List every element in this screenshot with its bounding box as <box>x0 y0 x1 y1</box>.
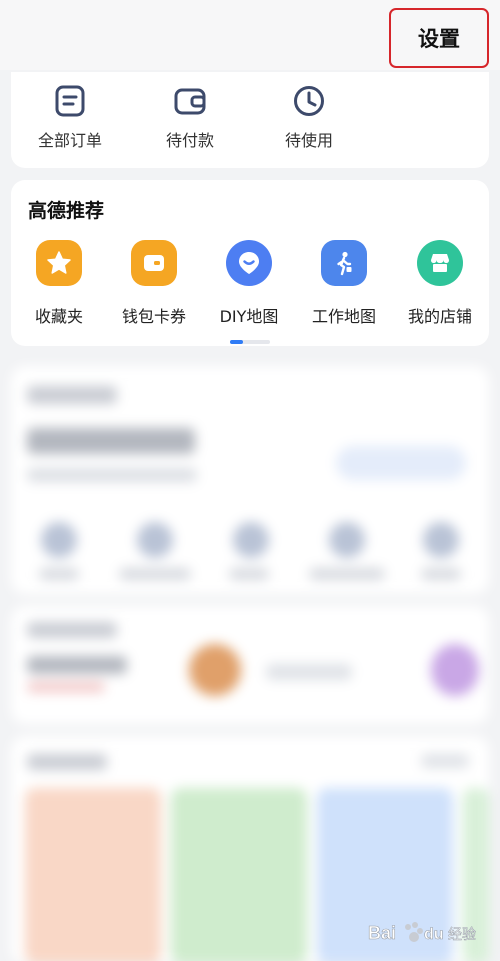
carousel-pager <box>230 340 270 344</box>
rec-item-wallet-cards[interactable]: 钱包卡券 <box>106 240 202 327</box>
svg-text:du: du <box>424 926 444 943</box>
wallet-card-icon <box>131 240 177 286</box>
store-icon <box>417 240 463 286</box>
orders-card: 全部订单 待付款 待使用 <box>11 72 489 168</box>
settings-button[interactable]: 设置 <box>389 8 489 68</box>
order-all-label: 全部订单 <box>37 131 102 150</box>
star-icon <box>36 240 82 286</box>
blurred-card-2 <box>11 606 489 724</box>
rec-item-label: DIY地图 <box>219 307 279 326</box>
order-unpaid[interactable]: 待付款 <box>145 84 235 151</box>
order-list-icon <box>55 85 85 117</box>
order-unpaid-label: 待付款 <box>165 131 214 150</box>
recommend-card: 高德推荐 收藏夹 钱包卡券 DIY地图 工作地图 我的店铺 <box>11 180 489 346</box>
svg-text:Bai: Bai <box>368 923 396 943</box>
rec-item-label: 我的店铺 <box>407 307 472 326</box>
rec-item-diy-map[interactable]: DIY地图 <box>201 240 297 327</box>
order-to-use[interactable]: 待使用 <box>264 84 354 151</box>
recommend-title: 高德推荐 <box>28 200 105 222</box>
rec-item-label: 工作地图 <box>311 307 376 326</box>
baidu-jingyan-watermark-logo: Bai du 经验 <box>368 922 476 943</box>
rec-item-label: 钱包卡券 <box>121 307 186 326</box>
diy-map-icon <box>226 240 272 286</box>
rec-item-work-map[interactable]: 工作地图 <box>296 240 392 327</box>
rec-item-label: 收藏夹 <box>34 307 83 326</box>
carousel-pager-active <box>230 340 243 344</box>
top-bar: 设置 <box>0 0 500 70</box>
svg-text:经验: 经验 <box>448 927 476 943</box>
blurred-card-1 <box>11 366 489 594</box>
rec-item-favorites[interactable]: 收藏夹 <box>11 240 107 327</box>
clock-icon <box>294 86 324 116</box>
walking-person-icon <box>321 240 367 286</box>
blurred-content <box>0 358 500 961</box>
wallet-icon <box>174 88 206 115</box>
rec-item-my-store[interactable]: 我的店铺 <box>392 240 488 327</box>
order-all[interactable]: 全部订单 <box>25 84 115 151</box>
order-to-use-label: 待使用 <box>284 131 333 150</box>
